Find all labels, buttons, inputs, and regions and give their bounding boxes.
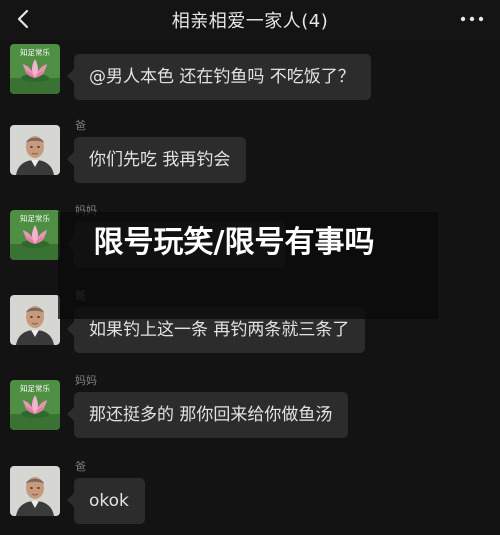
sender-name: 妈妈 [75,374,97,387]
more-button[interactable] [458,6,486,32]
svg-text:知足常乐: 知足常乐 [20,47,50,57]
message-bubble[interactable]: @男人本色 还在钓鱼吗 不吃饭了？ [67,54,371,100]
sender-name: 爸 [75,460,86,473]
chat-header: 相亲相爱一家人(4) [0,0,500,40]
avatar-dad[interactable] [10,125,60,175]
avatar-mom[interactable]: 知足常乐 [10,380,60,430]
message-bubble[interactable]: okok [67,478,145,524]
sender-name: 爸 [75,119,86,132]
caption-text: 限号玩笑/限号有事吗 [93,225,375,260]
avatar-mom[interactable]: 知足常乐 [10,210,60,260]
lotus-avatar-icon: 知足常乐 [10,210,60,260]
message-bubble[interactable]: 你们先吃 我再钓会 [66,137,247,183]
avatar-dad[interactable] [10,295,60,345]
lotus-avatar-icon: 知足常乐 [10,44,60,94]
chat-screen: 知足常乐 @男人本色 还在钓鱼吗 不吃饭了？ 爸 你们先吃 我再钓会 知足常乐 … [0,0,500,535]
man-portrait-avatar-icon [10,295,60,345]
avatar-mom[interactable]: 知足常乐 [10,44,60,94]
svg-text:知足常乐: 知足常乐 [20,383,50,393]
caption-overlay: 限号玩笑/限号有事吗 [58,212,438,319]
lotus-avatar-icon: 知足常乐 [10,380,60,430]
avatar-dad[interactable] [10,466,60,516]
more-dots-icon [460,16,484,22]
man-portrait-avatar-icon [10,125,60,175]
man-portrait-avatar-icon [10,466,60,516]
message-bubble[interactable]: 那还挺多的 那你回来给你做鱼汤 [66,392,349,438]
svg-text:知足常乐: 知足常乐 [20,213,50,223]
page-title: 相亲相爱一家人(4) [171,11,329,32]
